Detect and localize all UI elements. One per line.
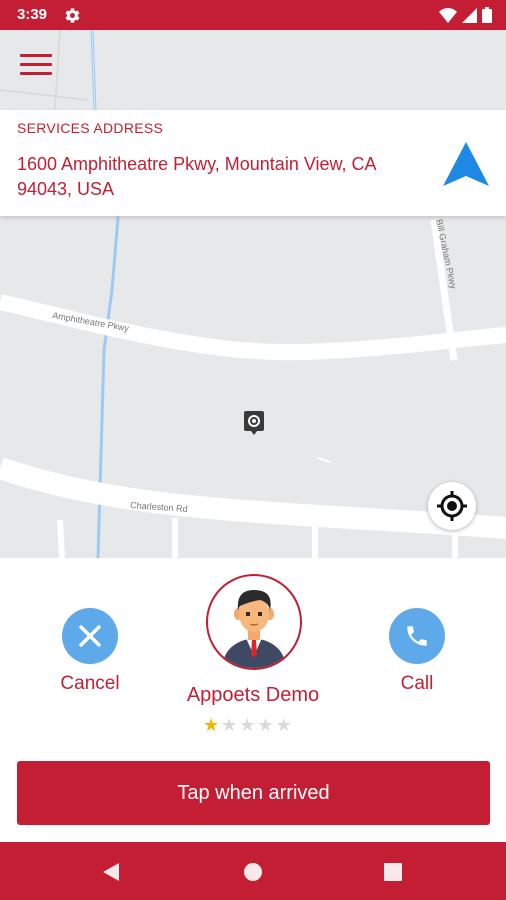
menu-button[interactable]: [20, 54, 52, 78]
star-icon: ★: [221, 715, 238, 735]
wifi-icon: [439, 7, 457, 23]
tap-when-arrived-button[interactable]: Tap when arrived: [17, 761, 490, 825]
phone-icon: [407, 626, 427, 646]
map-pin-icon: [244, 411, 264, 435]
status-bar: 3:39: [0, 0, 506, 30]
signal-icon: [462, 7, 477, 23]
call-action[interactable]: Call: [367, 608, 467, 695]
cancel-button[interactable]: [62, 608, 118, 664]
my-location-button[interactable]: [428, 482, 476, 530]
star-icon: ★: [203, 715, 220, 735]
system-navigation-bar: [0, 842, 506, 900]
gear-icon: [65, 8, 80, 23]
close-icon: [79, 625, 101, 647]
crosshair-icon: [437, 491, 467, 521]
star-icon: ★: [239, 715, 256, 735]
home-icon[interactable]: [242, 861, 264, 883]
navigation-arrow-icon[interactable]: [441, 140, 491, 190]
battery-icon: [482, 7, 492, 23]
cancel-action[interactable]: Cancel: [40, 608, 140, 695]
driver-avatar: [206, 574, 302, 670]
person-avatar-icon: [222, 590, 286, 668]
trip-panel: Cancel Appoets Demo ★ ★ ★ ★ ★ Call Tap w…: [0, 558, 506, 842]
services-address-card[interactable]: SERVICES ADDRESS 1600 Amphitheatre Pkwy,…: [0, 110, 506, 216]
call-button[interactable]: [389, 608, 445, 664]
driver-rating: ★ ★ ★ ★ ★: [203, 714, 292, 736]
menu-bar: [20, 54, 52, 57]
app-screen: 3:39 Amphitheatre Pkwy Charleston Rd Bil…: [0, 0, 506, 900]
star-icon: ★: [275, 715, 292, 735]
driver-name: Appoets Demo: [186, 684, 320, 706]
recents-icon[interactable]: [382, 861, 404, 883]
system-icons: [439, 7, 492, 23]
star-icon: ★: [257, 715, 274, 735]
services-address-text: 1600 Amphitheatre Pkwy, Mountain View, C…: [17, 154, 376, 199]
menu-bar: [20, 72, 52, 75]
call-label: Call: [400, 673, 434, 694]
back-icon[interactable]: [100, 861, 122, 883]
cancel-label: Cancel: [60, 673, 120, 694]
menu-bar: [20, 63, 52, 66]
services-address-label: SERVICES ADDRESS: [17, 120, 164, 136]
status-time: 3:39: [17, 6, 48, 23]
